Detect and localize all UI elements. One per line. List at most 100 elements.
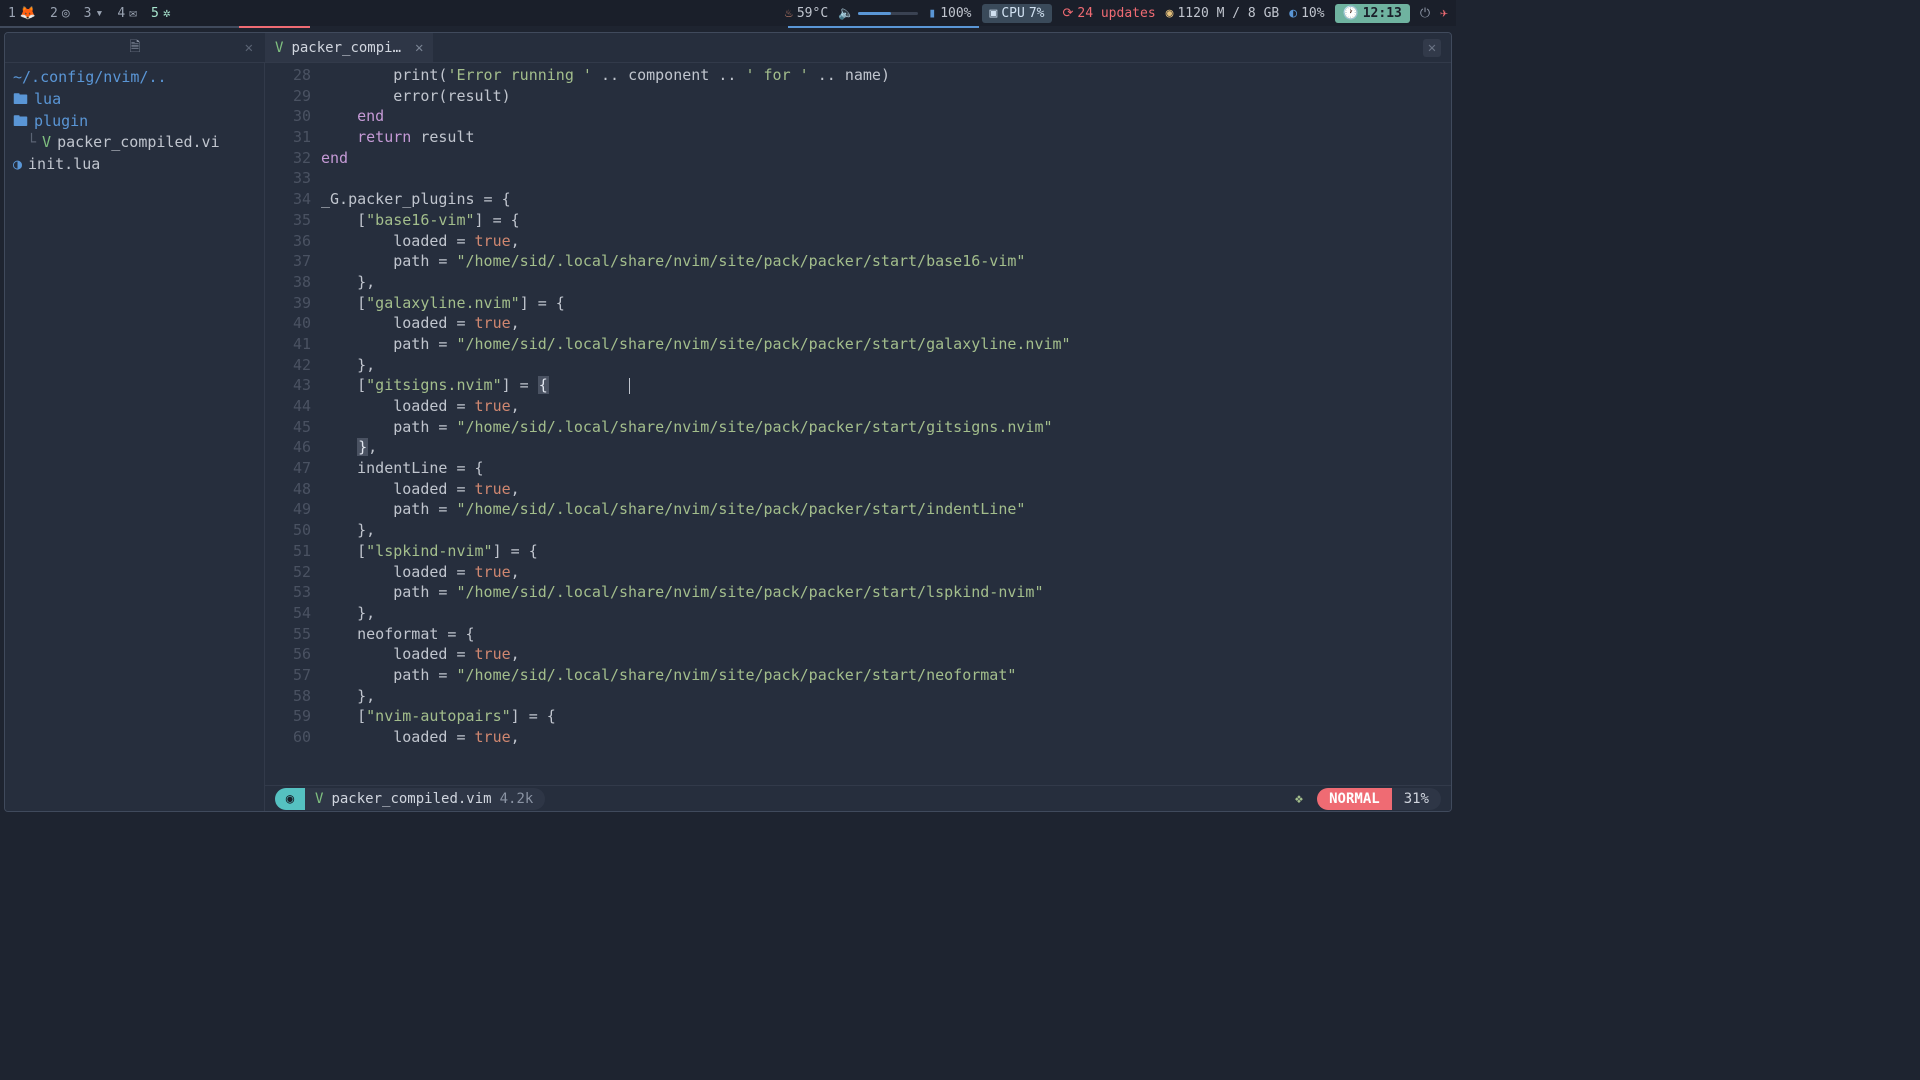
tree-file-init.lua[interactable]: ◑init.lua <box>13 154 256 176</box>
line-number: 54 <box>265 603 311 624</box>
status-file-pill: ◉ V packer_compiled.vim 4.2k <box>275 788 545 810</box>
workspace-3[interactable]: 3 ▾ <box>84 6 104 21</box>
folder-icon: 🖿 <box>13 89 28 111</box>
line-number: 51 <box>265 541 311 562</box>
code-line[interactable]: ["galaxyline.nvim"] = { <box>321 293 1451 314</box>
code-line[interactable]: path = "/home/sid/.local/share/nvim/site… <box>321 417 1451 438</box>
code-line[interactable]: path = "/home/sid/.local/share/nvim/site… <box>321 334 1451 355</box>
code-line[interactable]: ["nvim-autopairs"] = { <box>321 706 1451 727</box>
code-line[interactable]: }, <box>321 686 1451 707</box>
tab-bar: 🗎 ✕ V packer_compi… ✕ ✕ <box>5 33 1451 63</box>
code-line[interactable]: loaded = true, <box>321 313 1451 334</box>
code-line[interactable]: }, <box>321 355 1451 376</box>
tree-folder-plugin[interactable]: 🖿 plugin <box>13 111 256 133</box>
code-line[interactable]: }, <box>321 272 1451 293</box>
tree-root[interactable]: ~/.config/nvim/.. <box>13 67 256 89</box>
tree-angle-icon: └ <box>27 132 36 154</box>
code-line[interactable]: ["gitsigns.nvim"] = { <box>321 375 1451 396</box>
code-line[interactable]: error(result) <box>321 86 1451 107</box>
telegram-icon[interactable]: ✈ <box>1440 6 1448 21</box>
file-tab-packer[interactable]: V packer_compi… ✕ <box>265 33 433 62</box>
tree-tab[interactable]: 🗎 ✕ <box>5 36 265 60</box>
line-number: 43 <box>265 375 311 396</box>
status-filename: packer_compiled.vim <box>331 791 491 807</box>
cpu-indicator: ▣ CPU 7% <box>982 4 1053 23</box>
code-line[interactable]: path = "/home/sid/.local/share/nvim/site… <box>321 665 1451 686</box>
clock-indicator: 🕐 12:13 <box>1335 4 1410 23</box>
battery-indicator: ▮ 100% <box>928 6 971 21</box>
code-column[interactable]: print('Error running ' .. component .. '… <box>321 65 1451 785</box>
workspace-5[interactable]: 5 ✲ <box>151 6 171 21</box>
volume-indicator[interactable]: 🔈 <box>838 6 918 21</box>
line-number: 45 <box>265 417 311 438</box>
code-line[interactable]: indentLine = { <box>321 458 1451 479</box>
tree-file-packer_compiled.vi[interactable]: └Vpacker_compiled.vi <box>13 132 256 154</box>
file-tree[interactable]: ~/.config/nvim/.. 🖿lua🖿 plugin└Vpacker_co… <box>5 63 265 811</box>
line-number: 38 <box>265 272 311 293</box>
code-line[interactable]: loaded = true, <box>321 562 1451 583</box>
line-number: 41 <box>265 334 311 355</box>
eye-icon: ◉ <box>275 788 305 810</box>
pocket-icon: ▾ <box>96 6 104 21</box>
code-line[interactable]: loaded = true, <box>321 644 1451 665</box>
code-line[interactable]: path = "/home/sid/.local/share/nvim/site… <box>321 499 1451 520</box>
updates-indicator[interactable]: ⟳ 24 updates <box>1062 6 1155 21</box>
folder-icon: 🖿 <box>13 111 28 133</box>
code-line[interactable]: path = "/home/sid/.local/share/nvim/site… <box>321 582 1451 603</box>
status-filesize: 4.2k <box>500 791 534 807</box>
speaker-icon: 🔈 <box>838 6 854 21</box>
tree-item-label: plugin <box>34 111 88 133</box>
ram-indicator: ◉ 1120 M / 8 GB <box>1166 6 1280 21</box>
line-number: 46 <box>265 437 311 458</box>
code-line[interactable]: }, <box>321 603 1451 624</box>
tree-item-label: init.lua <box>28 154 100 176</box>
code-line[interactable]: }, <box>321 520 1451 541</box>
code-line[interactable]: path = "/home/sid/.local/share/nvim/site… <box>321 251 1451 272</box>
line-number: 60 <box>265 727 311 748</box>
status-right: ❖ NORMAL 31% <box>1295 788 1441 810</box>
firefox-icon: 🦊 <box>20 6 36 21</box>
code-line[interactable]: neoformat = { <box>321 624 1451 645</box>
workspace-4[interactable]: 4 ✉ <box>117 6 137 21</box>
code-line[interactable]: loaded = true, <box>321 231 1451 252</box>
code-line[interactable]: _G.packer_plugins = { <box>321 189 1451 210</box>
workspace-2[interactable]: 2 ◎ <box>50 6 70 21</box>
status-mode-pill: NORMAL 31% <box>1317 788 1441 810</box>
code-line[interactable]: end <box>321 106 1451 127</box>
text-cursor <box>629 378 630 394</box>
line-number: 28 <box>265 65 311 86</box>
code-line[interactable]: ["lspkind-nvim"] = { <box>321 541 1451 562</box>
status-line: ◉ V packer_compiled.vim 4.2k ❖ NORMAL 31… <box>265 785 1451 811</box>
workspace-1[interactable]: 1 🦊 <box>8 6 36 21</box>
code-line[interactable]: loaded = true, <box>321 396 1451 417</box>
chrome-icon: ◎ <box>62 6 70 21</box>
code-line[interactable] <box>321 168 1451 189</box>
settings-icon: ✲ <box>163 6 171 21</box>
top-status-bar: 1 🦊 2 ◎ 3 ▾ 4 ✉ 5 ✲ ♨ 59°C 🔈 ▮ 100% ▣ CP… <box>0 0 1456 26</box>
line-number: 34 <box>265 189 311 210</box>
close-icon[interactable]: ✕ <box>245 40 253 56</box>
line-gutter: 2829303132333435363738394041424344454647… <box>265 65 321 785</box>
code-line[interactable]: ["base16-vim"] = { <box>321 210 1451 231</box>
code-line[interactable]: loaded = true, <box>321 727 1451 748</box>
body-split: ~/.config/nvim/.. 🖿lua🖿plugin└Vpacker_co… <box>5 63 1451 811</box>
ram-icon: ◉ <box>1166 6 1174 21</box>
window-close-button[interactable]: ✕ <box>1423 39 1441 57</box>
status-percent: 31% <box>1392 791 1441 807</box>
flame-icon: ♨ <box>785 6 793 21</box>
disk-icon: ◐ <box>1289 6 1297 21</box>
editor-window: 🗎 ✕ V packer_compi… ✕ ✕ ~/.config/nvim/.… <box>4 32 1452 812</box>
code-editor[interactable]: 2829303132333435363738394041424344454647… <box>265 63 1451 811</box>
code-line[interactable]: }, <box>321 437 1451 458</box>
code-line[interactable]: return result <box>321 127 1451 148</box>
vim-icon: V <box>315 791 323 807</box>
code-line[interactable]: end <box>321 148 1451 169</box>
code-area[interactable]: 2829303132333435363738394041424344454647… <box>265 63 1451 785</box>
power-icon[interactable]: ⏻ <box>1420 6 1430 21</box>
line-number: 59 <box>265 706 311 727</box>
tree-folder-lua[interactable]: 🖿lua <box>13 89 256 111</box>
code-line[interactable]: print('Error running ' .. component .. '… <box>321 65 1451 86</box>
code-line[interactable]: loaded = true, <box>321 479 1451 500</box>
mail-icon: ✉ <box>129 6 137 21</box>
close-icon[interactable]: ✕ <box>415 40 423 56</box>
